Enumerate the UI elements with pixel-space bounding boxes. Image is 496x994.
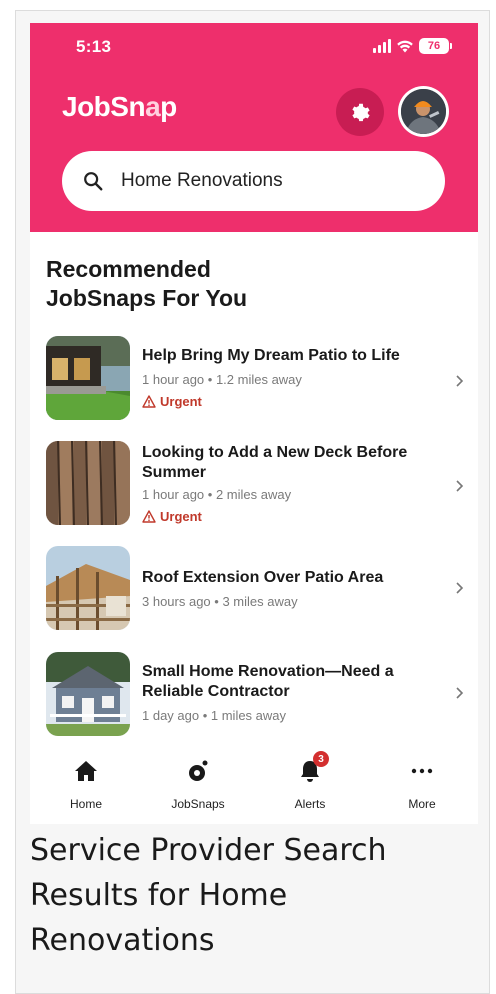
list-item[interactable]: Looking to Add a New Deck Before Summer … bbox=[30, 441, 478, 531]
battery-tip bbox=[450, 43, 452, 49]
nav-alerts[interactable]: 3 Alerts bbox=[254, 745, 366, 824]
settings-button[interactable] bbox=[336, 88, 384, 136]
chevron-right-icon bbox=[456, 375, 464, 387]
item-meta: 3 hours ago • 3 miles away bbox=[142, 594, 298, 609]
app-logo: JobSnap bbox=[62, 91, 177, 122]
gear-icon bbox=[352, 103, 370, 122]
nav-label: Alerts bbox=[294, 797, 326, 811]
nav-more[interactable]: More bbox=[366, 745, 478, 824]
battery-indicator: 76 bbox=[419, 38, 449, 54]
phone-screen: 5:13 76 JobSnap Home Renovations Recomme… bbox=[30, 23, 478, 824]
warning-icon bbox=[142, 510, 156, 523]
wifi-icon bbox=[397, 40, 413, 53]
roof-thumbnail bbox=[46, 546, 130, 630]
urgent-badge: Urgent bbox=[142, 509, 202, 524]
deck-thumbnail bbox=[46, 441, 130, 525]
alerts-badge: 3 bbox=[313, 751, 329, 767]
nav-jobsnaps[interactable]: JobSnaps bbox=[142, 745, 254, 824]
more-icon bbox=[411, 757, 433, 785]
patio-thumbnail bbox=[46, 336, 130, 420]
chevron-right-icon bbox=[456, 687, 464, 699]
avatar[interactable] bbox=[398, 86, 449, 137]
screenshot-caption: Service Provider Search Results for Home… bbox=[30, 833, 387, 958]
chevron-right-icon bbox=[456, 582, 464, 594]
item-title: Small Home Renovation—Need a Reliable Co… bbox=[142, 663, 394, 700]
section-title: Recommended JobSnaps For You bbox=[46, 256, 248, 311]
list-item[interactable]: Roof Extension Over Patio Area 3 hours a… bbox=[30, 546, 478, 636]
nav-label: More bbox=[408, 797, 436, 811]
app-header: 5:13 76 JobSnap bbox=[30, 23, 478, 232]
signal-icon bbox=[373, 39, 391, 53]
bell-icon: 3 bbox=[299, 751, 329, 785]
warning-icon bbox=[142, 395, 156, 408]
user-avatar bbox=[401, 89, 446, 134]
chevron-right-icon bbox=[456, 480, 464, 492]
item-meta: 1 hour ago • 2 miles away bbox=[142, 487, 292, 502]
status-time: 5:13 bbox=[76, 37, 112, 56]
bottom-nav: Home JobSnaps 3 Alerts More bbox=[30, 745, 478, 824]
item-meta: 1 hour ago • 1.2 miles away bbox=[142, 372, 302, 387]
nav-home[interactable]: Home bbox=[30, 745, 142, 824]
item-meta: 1 day ago • 1 miles away bbox=[142, 708, 287, 723]
search-input[interactable] bbox=[121, 170, 411, 192]
jobsnaps-icon bbox=[186, 757, 210, 785]
house-thumbnail bbox=[46, 652, 130, 736]
list-item[interactable]: Help Bring My Dream Patio to Life 1 hour… bbox=[30, 336, 478, 426]
item-title: Looking to Add a New Deck Before Summer bbox=[142, 444, 408, 481]
nav-label: JobSnaps bbox=[171, 797, 225, 811]
search-icon bbox=[84, 172, 103, 191]
list-item[interactable]: Small Home Renovation—Need a Reliable Co… bbox=[30, 652, 478, 742]
item-title: Roof Extension Over Patio Area bbox=[142, 569, 384, 586]
search-bar[interactable] bbox=[62, 151, 445, 211]
status-icons: 76 bbox=[373, 38, 452, 54]
item-title: Help Bring My Dream Patio to Life bbox=[142, 347, 400, 364]
urgent-badge: Urgent bbox=[142, 394, 202, 409]
home-icon bbox=[74, 757, 98, 785]
nav-label: Home bbox=[69, 797, 102, 811]
